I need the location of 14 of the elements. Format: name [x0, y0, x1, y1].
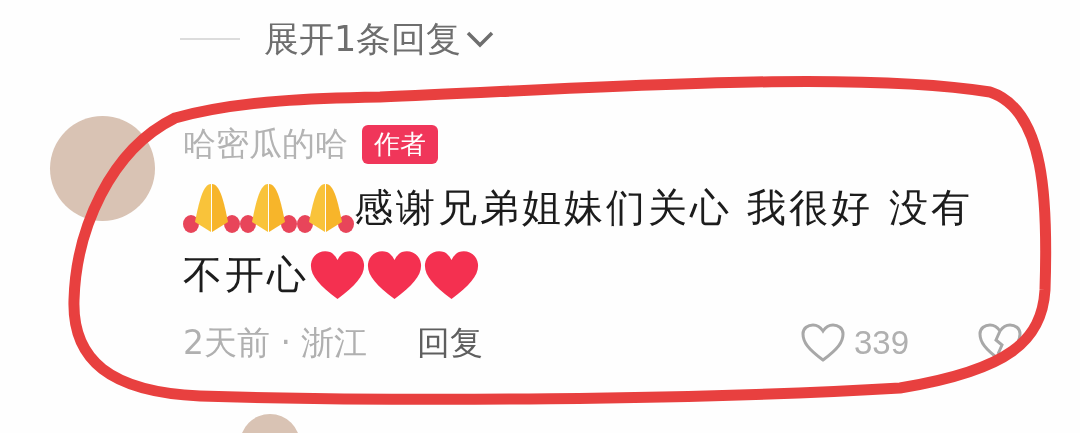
praying-hands-icon: [183, 181, 240, 234]
chevron-down-icon: [465, 29, 496, 49]
expand-replies-button[interactable]: 展开1条回复: [264, 15, 496, 63]
comment-time-location: 2天前 · 浙江: [183, 321, 368, 364]
praying-hands-icon: [297, 181, 354, 234]
heart-icon: [366, 248, 423, 301]
heart-icon: [423, 248, 480, 301]
author-badge: 作者: [362, 124, 438, 164]
heart-icon: [309, 248, 366, 301]
praying-hands-icon: [240, 181, 297, 234]
comment-text: 不开心: [183, 251, 309, 299]
reply-button[interactable]: 回复: [417, 320, 484, 366]
comment-text: 感谢兄弟姐妹们关心 我很好 没有: [354, 184, 973, 232]
like-count: 339: [853, 324, 909, 362]
